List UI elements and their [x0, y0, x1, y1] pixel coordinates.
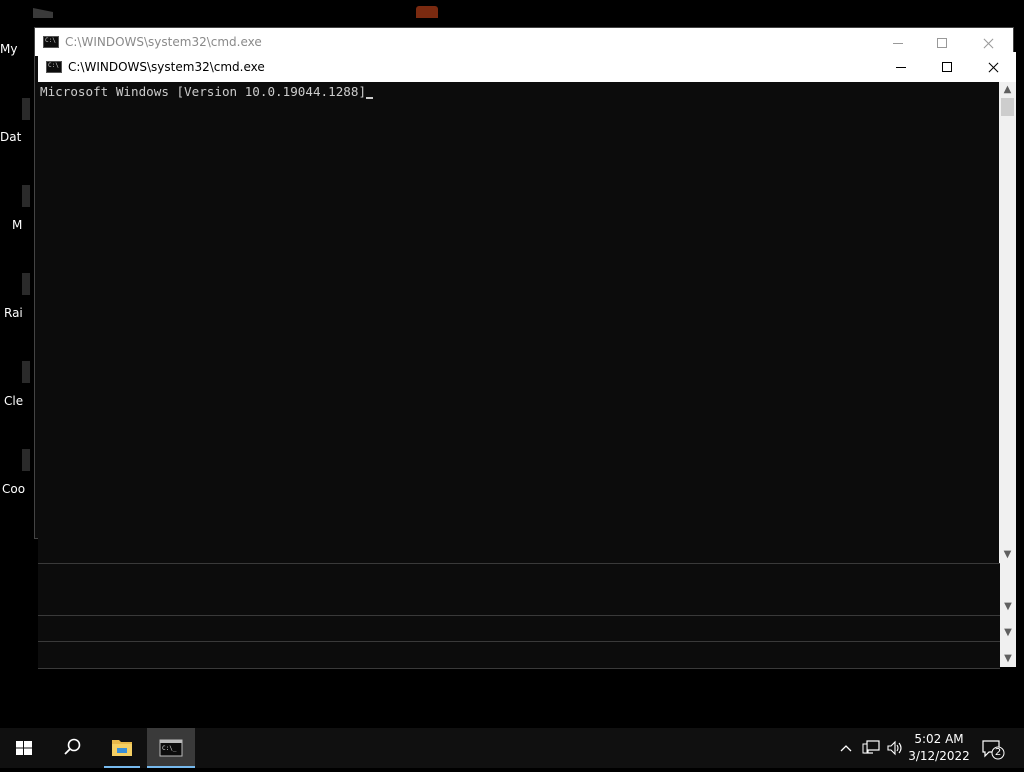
action-center-button[interactable]: 2 — [980, 738, 1006, 760]
scrollbar-thumb[interactable] — [1001, 98, 1014, 116]
desktop-icon-image — [22, 185, 30, 207]
cmd-taskbar-button[interactable]: C:\_ — [147, 728, 195, 768]
maximize-button[interactable] — [924, 52, 970, 82]
desktop-icon-fragment — [416, 6, 438, 18]
clock-date: 3/12/2022 — [908, 749, 970, 763]
close-button[interactable] — [970, 52, 1016, 82]
minimize-button[interactable] — [878, 52, 924, 82]
ghost-scrollbar: ▼ — [1000, 615, 1016, 641]
desktop-icon-image — [22, 98, 30, 120]
scroll-up-icon[interactable]: ▲ — [999, 82, 1016, 98]
action-center-icon — [982, 740, 1005, 760]
desktop-icon-label[interactable]: Rai — [4, 306, 34, 320]
title-bar[interactable]: C:\WINDOWS\system32\cmd.exe — [38, 52, 1016, 82]
console-ghost-panel — [38, 563, 1000, 616]
desktop-icon-image — [22, 449, 30, 471]
notification-badge: 2 — [994, 747, 1002, 758]
search-button[interactable] — [48, 728, 96, 768]
cmd-icon: C:\_ — [159, 739, 183, 757]
svg-text:C:\_: C:\_ — [162, 745, 177, 752]
scroll-down-icon[interactable]: ▼ — [999, 547, 1016, 563]
chevron-down-icon: ▼ — [1004, 601, 1012, 612]
desktop-icon-image — [22, 273, 30, 295]
ghost-scrollbar: ▼ — [1000, 641, 1016, 667]
desktop-icon-label[interactable]: Dat — [0, 130, 30, 144]
desktop-icon-fragment — [33, 8, 53, 18]
desktop-icon-label[interactable]: Coo — [2, 482, 32, 496]
file-explorer-button[interactable] — [98, 728, 146, 768]
cmd-window[interactable]: C:\WINDOWS\system32\cmd.exe Microsoft Wi… — [38, 52, 1016, 563]
clock[interactable]: 5:02 AM 3/12/2022 — [906, 731, 972, 765]
window-title: C:\WINDOWS\system32\cmd.exe — [68, 60, 265, 74]
chevron-down-icon: ▼ — [1004, 653, 1012, 664]
chevron-up-icon[interactable] — [838, 740, 854, 756]
file-explorer-icon — [112, 740, 132, 756]
console-ghost-panel — [38, 641, 1000, 669]
start-button[interactable] — [0, 728, 48, 768]
desktop-icon-label[interactable]: My — [0, 42, 30, 56]
console-line: Microsoft Windows [Version 10.0.19044.12… — [40, 84, 367, 99]
windows-start-icon — [16, 741, 32, 755]
taskbar: C:\_ 5:02 AM 3/12/2022 2 — [0, 728, 1024, 768]
desktop-icon-image — [22, 361, 30, 383]
ghost-scrollbar: ▼ — [1000, 563, 1016, 615]
cmd-icon — [43, 36, 59, 48]
chevron-down-icon: ▼ — [1004, 627, 1012, 638]
console-ghost-panel — [38, 615, 1000, 642]
network-icon[interactable] — [862, 739, 880, 757]
vertical-scrollbar[interactable]: ▲ ▼ — [999, 82, 1016, 563]
text-cursor — [366, 97, 374, 99]
volume-icon[interactable] — [886, 739, 904, 757]
search-icon — [64, 738, 81, 755]
desktop-icon-label[interactable]: Cle — [4, 394, 34, 408]
clock-time: 5:02 AM — [914, 732, 964, 746]
console-output[interactable]: Microsoft Windows [Version 10.0.19044.12… — [38, 82, 999, 563]
cmd-icon — [46, 61, 62, 73]
